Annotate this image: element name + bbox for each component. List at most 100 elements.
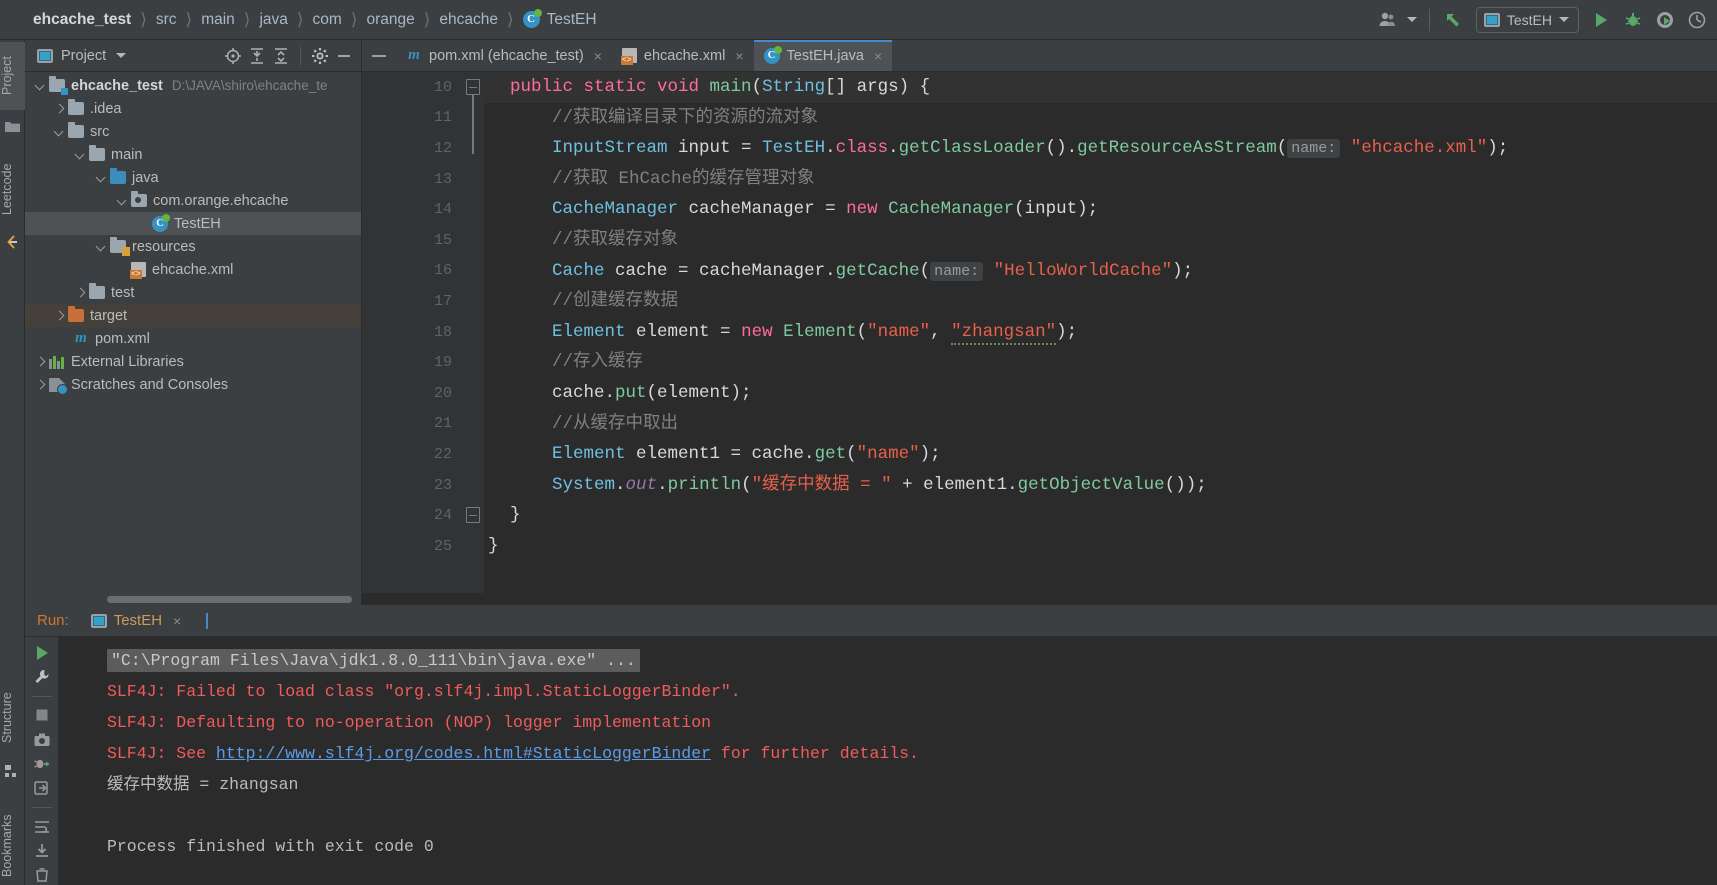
debug-bug-icon[interactable]: [1617, 4, 1649, 36]
tree-row-test[interactable]: test: [25, 281, 361, 304]
chevron-down-icon[interactable]: [94, 171, 108, 185]
expand-all-icon[interactable]: [246, 45, 268, 67]
breadcrumb-item-com[interactable]: com: [313, 11, 342, 29]
run-tab-TestEH[interactable]: TestEH ×: [90, 612, 181, 629]
chevron-down-icon[interactable]: [116, 53, 127, 58]
project-tree-horizontal-scrollbar[interactable]: [25, 593, 361, 605]
code-line-19[interactable]: //存入缓存: [484, 347, 1717, 378]
tab-ehcache-xml[interactable]: ehcache.xml ×: [611, 40, 754, 71]
user-account-icon[interactable]: [1371, 4, 1403, 36]
fold-region-start-icon[interactable]: [466, 79, 480, 95]
code-line-17[interactable]: //创建缓存数据: [484, 286, 1717, 317]
leetcode-icon[interactable]: [5, 235, 20, 250]
run-play-icon[interactable]: [1585, 4, 1617, 36]
tree-row-resources[interactable]: resources: [25, 235, 361, 258]
settings-wrench-icon[interactable]: [29, 667, 55, 686]
code-line-10[interactable]: public static void main(String[] args) {: [484, 72, 1717, 103]
tree-row-TestEH[interactable]: TestEH: [25, 212, 361, 235]
tree-row-pom-xml[interactable]: m pom.xml: [25, 327, 361, 350]
code-line-25[interactable]: }: [484, 531, 1717, 562]
stop-icon[interactable]: [29, 706, 55, 725]
close-icon[interactable]: ×: [173, 613, 181, 629]
chevron-right-icon[interactable]: [52, 102, 66, 116]
settings-gear-icon[interactable]: [309, 45, 331, 67]
breadcrumb-item-TestEH[interactable]: TestEH: [522, 9, 597, 29]
sidebar-item-project[interactable]: Project: [0, 42, 25, 110]
breadcrumb-item-orange[interactable]: orange: [366, 11, 414, 29]
tab-TestEH-java[interactable]: TestEH.java ×: [753, 40, 893, 71]
sidebar-item-bookmarks[interactable]: Bookmarks: [0, 800, 25, 885]
tree-row-scratches-and-consoles[interactable]: Scratches and Consoles: [25, 373, 361, 396]
chevron-down-icon[interactable]: [115, 194, 129, 208]
sidebar-item-leetcode[interactable]: Leetcode: [0, 150, 25, 228]
structure-icon[interactable]: [5, 765, 20, 780]
tab-pom-xml[interactable]: m pom.xml (ehcache_test) ×: [396, 40, 612, 71]
breadcrumb-item-ehcache_test[interactable]: ehcache_test: [33, 11, 131, 29]
dump-threads-icon[interactable]: [29, 754, 55, 773]
fold-region-end-icon[interactable]: [466, 507, 480, 523]
delete-icon[interactable]: [29, 866, 55, 885]
code-line-14[interactable]: CacheManager cacheManager = new CacheMan…: [484, 194, 1717, 225]
code-line-11[interactable]: //获取编译目录下的资源的流对象: [484, 103, 1717, 134]
download-icon[interactable]: [29, 841, 55, 860]
breadcrumb-item-main[interactable]: main: [201, 11, 235, 29]
console-link[interactable]: http://www.slf4j.org/codes.html#StaticLo…: [216, 744, 711, 763]
chevron-down-icon[interactable]: [94, 240, 108, 254]
profiler-icon[interactable]: [1681, 4, 1713, 36]
code-line-16[interactable]: Cache cache = cacheManager.getCache(name…: [484, 256, 1717, 287]
code-line-13[interactable]: //获取 EhCache的缓存管理对象: [484, 164, 1717, 195]
chevron-right-icon[interactable]: [33, 378, 47, 392]
chevron-right-icon[interactable]: [33, 355, 47, 369]
editor-fold-gutter[interactable]: [462, 72, 484, 593]
run-configuration-selector[interactable]: TestEH: [1475, 6, 1579, 33]
code-line-22[interactable]: Element element1 = cache.get("name");: [484, 439, 1717, 470]
chevron-down-icon[interactable]: [73, 148, 87, 162]
tree-row-target[interactable]: target: [25, 304, 361, 327]
tree-row-java[interactable]: java: [25, 166, 361, 189]
tree-row-main[interactable]: main: [25, 143, 361, 166]
code-line-18[interactable]: Element element = new Element("name", "z…: [484, 317, 1717, 348]
console-output[interactable]: "C:\Program Files\Java\jdk1.8.0_111\bin\…: [59, 637, 1717, 885]
print-snapshot-icon[interactable]: [29, 730, 55, 749]
scroll-to-end-icon[interactable]: [29, 779, 55, 798]
collapse-all-icon[interactable]: [270, 45, 292, 67]
close-icon[interactable]: ×: [594, 48, 602, 64]
scrollbar-thumb[interactable]: [107, 596, 352, 603]
run-with-coverage-icon[interactable]: [1649, 4, 1681, 36]
tree-row-ehcache_test[interactable]: ehcache_test D:\JAVA\shiro\ehcache_te: [25, 74, 361, 97]
chevron-down-icon[interactable]: [1403, 4, 1421, 36]
tree-row-package[interactable]: com.orange.ehcache: [25, 189, 361, 212]
close-icon[interactable]: ×: [735, 48, 743, 64]
project-tree[interactable]: ehcache_test D:\JAVA\shiro\ehcache_te .i…: [25, 72, 361, 593]
rerun-icon[interactable]: [29, 643, 55, 662]
breadcrumb-item-src[interactable]: src: [156, 11, 177, 29]
code-content[interactable]: public static void main(String[] args) {…: [484, 72, 1717, 593]
hide-panel-icon[interactable]: [333, 45, 355, 67]
collapse-editor-icon[interactable]: [362, 40, 396, 71]
code-line-20[interactable]: cache.put(element);: [484, 378, 1717, 409]
vcs-update-arrow-icon[interactable]: [1438, 4, 1470, 36]
editor-gutter[interactable]: 10 11 12 13 14 15 16 17 18 19 20 21 22 2…: [362, 72, 462, 593]
editor-horizontal-scrollbar[interactable]: [362, 593, 1717, 605]
tree-row-external-libraries[interactable]: External Libraries: [25, 350, 361, 373]
breadcrumb-item-ehcache[interactable]: ehcache: [439, 11, 498, 29]
chevron-right-icon[interactable]: [52, 309, 66, 323]
chevron-right-icon[interactable]: [73, 286, 87, 300]
chevron-down-icon[interactable]: [33, 79, 47, 93]
code-line-24[interactable]: }: [484, 500, 1717, 531]
tree-row-ehcache-xml[interactable]: ehcache.xml: [25, 258, 361, 281]
chevron-down-icon[interactable]: [52, 125, 66, 139]
code-line-12[interactable]: InputStream input = TestEH.class.getClas…: [484, 133, 1717, 164]
run-panel-split-handle[interactable]: [206, 612, 209, 629]
tree-row-idea[interactable]: .idea: [25, 97, 361, 120]
breadcrumb-item-java[interactable]: java: [259, 11, 287, 29]
soft-wrap-icon[interactable]: [29, 817, 55, 836]
code-line-23[interactable]: System.out.println("缓存中数据 = " + element1…: [484, 470, 1717, 501]
sidebar-item-structure[interactable]: Structure: [0, 680, 25, 756]
select-opened-file-icon[interactable]: [222, 45, 244, 67]
close-icon[interactable]: ×: [874, 48, 882, 64]
tree-row-src[interactable]: src: [25, 120, 361, 143]
code-line-15[interactable]: //获取缓存对象: [484, 225, 1717, 256]
folder-icon[interactable]: [5, 120, 20, 135]
code-line-21[interactable]: //从缓存中取出: [484, 409, 1717, 440]
